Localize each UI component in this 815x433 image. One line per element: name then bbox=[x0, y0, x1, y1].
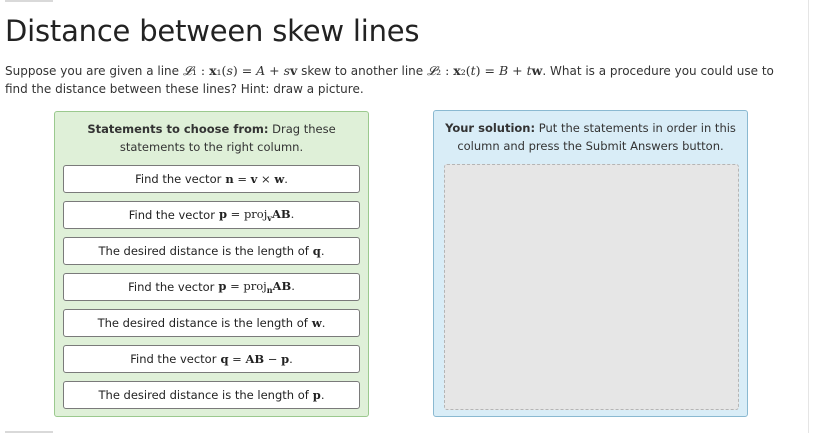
page-title: Distance between skew lines bbox=[5, 14, 420, 48]
line2-equation: 𝓛₂ : x₂(t) = B + tw bbox=[427, 63, 543, 78]
statement-text: Find the vector bbox=[128, 208, 215, 222]
statement-math: q. bbox=[312, 244, 325, 258]
statement-text: Find the vector bbox=[130, 352, 217, 366]
problem-statement: Suppose you are given a line 𝓛₁ : x₁(s) … bbox=[5, 62, 795, 98]
statement-math: p = projvAB. bbox=[218, 206, 295, 224]
statement-item[interactable]: Find the vector p = projnAB. bbox=[63, 273, 360, 301]
statements-source-column[interactable]: Statements to choose from: Drag these st… bbox=[54, 111, 369, 417]
solution-column: Your solution: Put the statements in ord… bbox=[433, 110, 748, 417]
statement-math: q = AB − p. bbox=[220, 352, 293, 366]
statement-text: The desired distance is the length of bbox=[97, 316, 308, 330]
source-heading-bold: Statements to choose from: bbox=[87, 122, 269, 136]
solution-heading-bold: Your solution: bbox=[445, 121, 536, 135]
solution-column-heading: Your solution: Put the statements in ord… bbox=[434, 111, 747, 155]
right-divider bbox=[808, 0, 809, 433]
statement-math: p. bbox=[312, 388, 325, 402]
statement-item[interactable]: The desired distance is the length of w. bbox=[63, 309, 360, 337]
statement-text: Find the vector bbox=[128, 280, 215, 294]
statement-text: The desired distance is the length of bbox=[98, 244, 309, 258]
statement-math: p = projnAB. bbox=[218, 278, 295, 296]
prompt-text-2: skew to another line bbox=[297, 64, 427, 78]
statement-item[interactable]: Find the vector p = projvAB. bbox=[63, 201, 360, 229]
statement-item[interactable]: The desired distance is the length of p. bbox=[63, 381, 360, 409]
prompt-text-1: Suppose you are given a line bbox=[5, 64, 183, 78]
statement-item[interactable]: Find the vector n = v × w. bbox=[63, 165, 360, 193]
statement-math: n = v × w. bbox=[225, 172, 288, 186]
source-column-heading: Statements to choose from: Drag these st… bbox=[55, 112, 368, 156]
solution-drop-zone[interactable] bbox=[444, 164, 739, 410]
statement-text: Find the vector bbox=[135, 172, 222, 186]
line1-equation: 𝓛₁ : x₁(s) = A + sv bbox=[182, 63, 298, 78]
statement-item[interactable]: Find the vector q = AB − p. bbox=[63, 345, 360, 373]
statement-item[interactable]: The desired distance is the length of q. bbox=[63, 237, 360, 265]
statement-math: w. bbox=[311, 316, 326, 330]
statement-text: The desired distance is the length of bbox=[98, 388, 309, 402]
top-divider bbox=[5, 0, 53, 2]
